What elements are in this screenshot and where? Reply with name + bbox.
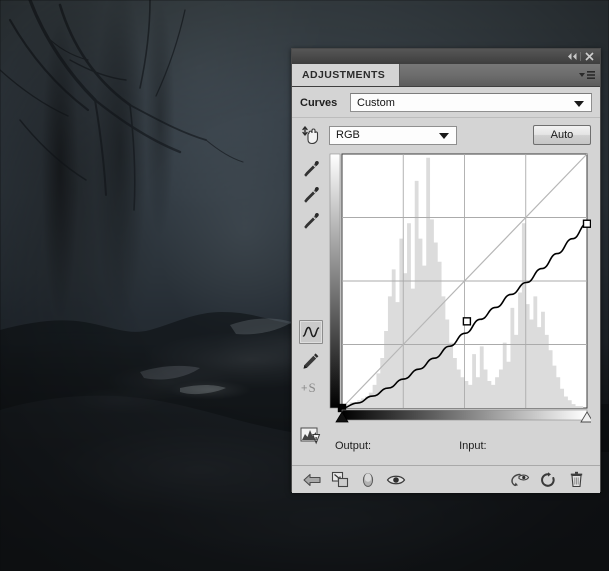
collapse-panel-button[interactable] [565,50,579,63]
auto-button[interactable]: Auto [533,125,591,145]
panel-menu-icon [579,71,595,79]
panel-menu-button[interactable] [574,64,600,86]
tab-adjustments-label: ADJUSTMENTS [302,69,386,81]
curves-editor-column: RGB Auto Output: Input: [329,118,600,461]
curves-main-area: + S RGB Auto Output: Input: [292,118,600,461]
clip-to-layer-icon[interactable] [328,469,352,491]
view-previous-state-icon[interactable] [508,469,532,491]
close-panel-button[interactable] [582,50,596,63]
return-to-adjustment-list-icon[interactable] [300,469,324,491]
channel-row: RGB Auto [329,118,591,152]
preset-dropdown-value: Custom [357,96,395,109]
panel-bottom-bar [292,465,600,493]
double-arrow-left-icon [567,53,576,60]
targeted-adjustment-tool-icon[interactable] [298,122,324,148]
edit-points-curve-tool-icon[interactable] [298,320,323,344]
panel-titlebar[interactable] [292,49,600,64]
panel-tabstrip: ADJUSTMENTS [292,64,600,87]
chevron-down-icon [439,133,449,139]
curves-tool-rail: + S [292,118,329,461]
panel-body: Curves Custom + S RGB Auto Output: Input… [292,87,600,493]
titlebar-divider [580,52,581,61]
adjustments-panel: ADJUSTMENTS Curves Custom + S RGB Auto O… [291,48,601,493]
output-label: Output: [335,440,372,452]
curve-control-point[interactable] [582,219,591,228]
curves-preset-row: Curves Custom [292,87,600,118]
white-point-eyedropper-icon[interactable] [298,208,324,234]
input-tone-gradient-bar [341,409,588,421]
curve-control-point[interactable] [462,317,472,326]
close-icon [584,52,594,61]
input-label: Input: [459,440,487,452]
toggle-layer-mask-icon[interactable] [356,469,380,491]
auto-button-label: Auto [550,129,574,141]
curves-graph-svg[interactable] [329,152,591,424]
curves-label: Curves [300,96,338,109]
curves-readout-row: Output: Input: [329,424,591,461]
chevron-down-icon [574,100,584,107]
channel-dropdown[interactable]: RGB [329,125,457,145]
black-point-eyedropper-icon[interactable] [298,156,324,182]
channel-dropdown-value: RGB [336,129,360,141]
gray-point-eyedropper-icon[interactable] [298,182,324,208]
reset-adjustment-icon[interactable] [536,469,560,491]
curves-display-options-icon[interactable] [298,422,324,448]
delete-adjustment-layer-icon[interactable] [564,469,588,491]
toggle-layer-visibility-icon[interactable] [384,469,408,491]
output-tone-gradient-bar [329,153,341,409]
screen: ADJUSTMENTS Curves Custom + S RGB Auto O… [0,0,609,571]
curves-graph[interactable] [329,152,591,424]
preset-dropdown[interactable]: Custom [350,93,592,112]
curves-display-options-icon-duplicate [302,367,324,387]
tab-adjustments[interactable]: ADJUSTMENTS [292,64,401,86]
tabstrip-empty [400,64,574,86]
